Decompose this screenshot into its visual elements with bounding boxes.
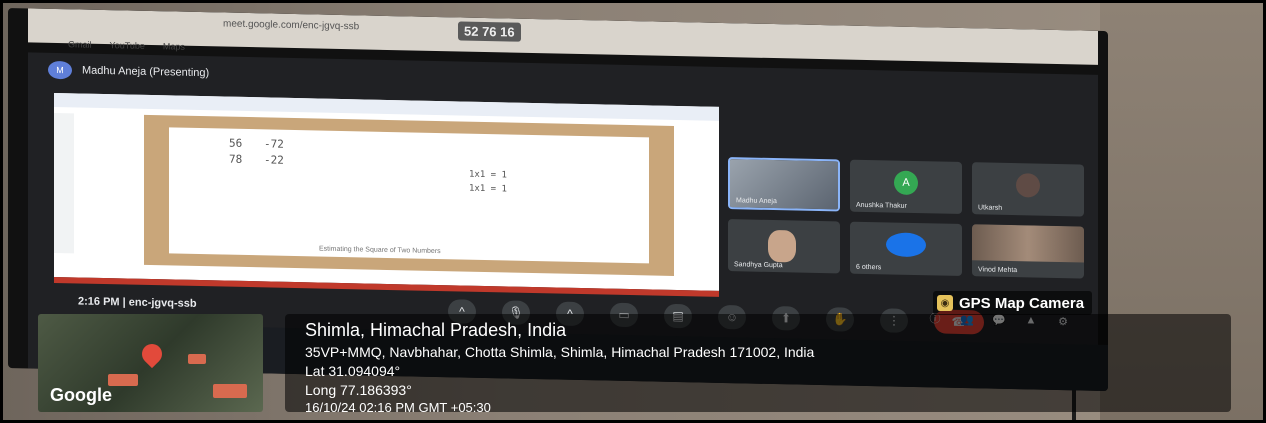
row-headers bbox=[54, 112, 74, 254]
math-line: 1x1 = 1 bbox=[469, 169, 507, 181]
presenter-name: Madhu Aneja (Presenting) bbox=[82, 64, 210, 80]
math-line: -72 bbox=[264, 137, 284, 151]
location-longitude: Long 77.186393° bbox=[305, 382, 412, 398]
location-title: Shimla, Himachal Pradesh, India bbox=[305, 320, 567, 340]
participant-video bbox=[768, 229, 796, 263]
location-address: 35VP+MMQ, Navbhahar, Chotta Shimla, Shim… bbox=[305, 344, 815, 360]
bookmarks-bar: Gmail YouTube Maps bbox=[68, 39, 185, 51]
map-attribution: Google bbox=[50, 385, 112, 405]
map-thumbnail: Google bbox=[38, 314, 263, 412]
participant-name: Utkarsh bbox=[978, 204, 1003, 212]
presenter-bar: M Madhu Aneja (Presenting) bbox=[48, 60, 210, 82]
map-building bbox=[213, 384, 247, 398]
participant-name: Vinod Mehta bbox=[978, 266, 1018, 275]
shared-screen: 56 -72 78 -22 1x1 = 1 1x1 = 1 Estimating… bbox=[54, 92, 719, 291]
participant-tile[interactable]: Madhu Aneja bbox=[728, 157, 840, 212]
participant-tile[interactable]: A Anushka Thakur bbox=[850, 159, 962, 214]
math-line: 56 bbox=[229, 136, 243, 150]
math-line: 1x1 = 1 bbox=[469, 183, 507, 195]
participant-video bbox=[972, 224, 1084, 263]
camera-icon: ◉ bbox=[937, 295, 953, 311]
math-line: 78 bbox=[229, 152, 243, 166]
participant-tile[interactable]: Vinod Mehta bbox=[972, 224, 1084, 279]
participant-grid: Madhu Aneja A Anushka Thakur Utkarsh San… bbox=[728, 157, 1084, 279]
participant-name: Madhu Aneja bbox=[736, 197, 777, 206]
math-line: -22 bbox=[264, 153, 284, 167]
others-avatar-stack bbox=[886, 232, 926, 258]
participant-avatar: A bbox=[894, 170, 918, 196]
participant-name: 6 others bbox=[856, 263, 882, 272]
bookmark-youtube[interactable]: YouTube bbox=[110, 40, 145, 51]
gps-camera-badge: ◉ GPS Map Camera bbox=[933, 291, 1093, 315]
whiteboard: 56 -72 78 -22 1x1 = 1 1x1 = 1 Estimating… bbox=[169, 127, 649, 264]
bookmark-maps[interactable]: Maps bbox=[163, 41, 185, 51]
presenter-avatar: M bbox=[48, 60, 72, 80]
participant-name: Anushka Thakur bbox=[856, 201, 907, 210]
slide-caption: Estimating the Square of Two Numbers bbox=[319, 245, 441, 256]
location-pin-icon bbox=[137, 339, 167, 369]
map-building bbox=[108, 374, 138, 386]
whiteboard-frame: 56 -72 78 -22 1x1 = 1 1x1 = 1 Estimating… bbox=[144, 114, 674, 276]
address-bar[interactable]: meet.google.com/enc-jgvq-ssb bbox=[223, 19, 359, 33]
location-datetime: 16/10/24 02:16 PM GMT +05:30 bbox=[305, 400, 491, 415]
gps-camera-label: GPS Map Camera bbox=[959, 294, 1085, 312]
participant-avatar bbox=[1016, 173, 1040, 198]
participant-tile[interactable]: Utkarsh bbox=[972, 162, 1084, 217]
meeting-time-code: 2:16 PM | enc-jgvq-ssb bbox=[78, 295, 197, 310]
participant-tile[interactable]: 6 others bbox=[850, 221, 962, 276]
location-latitude: Lat 31.094094° bbox=[305, 363, 401, 379]
bookmark-gmail[interactable]: Gmail bbox=[68, 39, 92, 49]
gps-info-panel: Shimla, Himachal Pradesh, India 35VP+MMQ… bbox=[285, 314, 1231, 415]
participant-name: Sandhya Gupta bbox=[734, 261, 783, 270]
clock-badge: 52 76 16 bbox=[458, 21, 521, 42]
participant-tile[interactable]: Sandhya Gupta bbox=[728, 219, 840, 274]
map-building bbox=[188, 354, 206, 364]
